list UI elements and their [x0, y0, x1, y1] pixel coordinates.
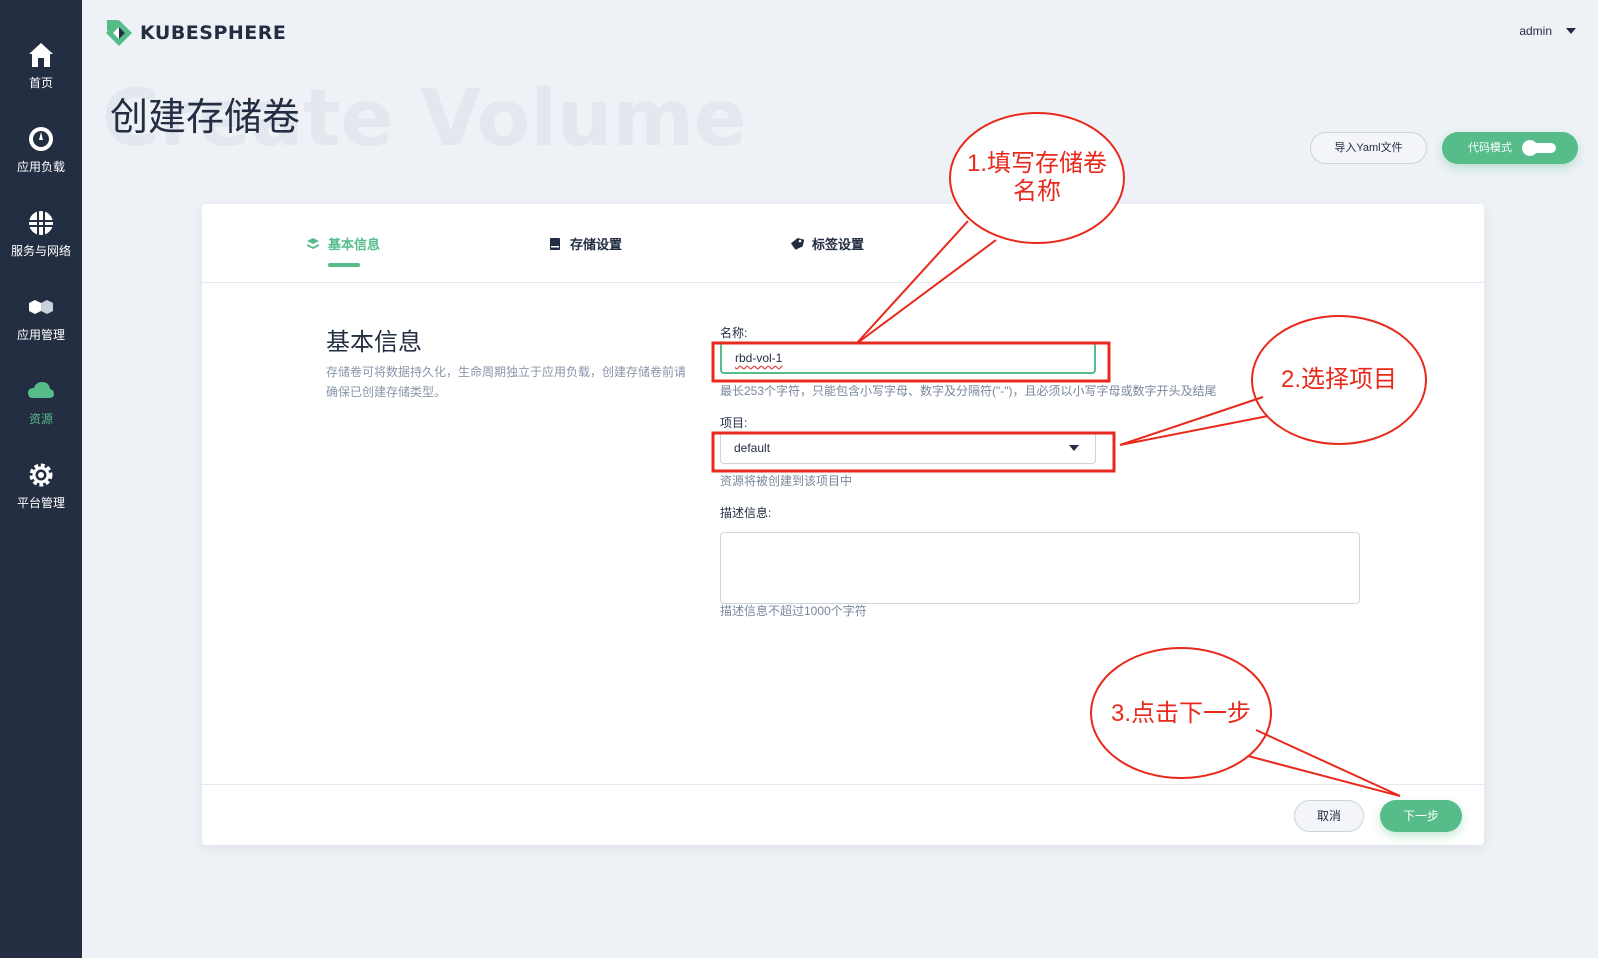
nav-label: 平台管理	[16, 496, 65, 510]
nav-item-workloads[interactable]: 应用负载	[0, 124, 82, 175]
chevron-down-icon	[1069, 445, 1079, 451]
layers-icon	[307, 237, 319, 249]
nav-item-app-manage[interactable]: 应用管理	[0, 292, 82, 343]
name-input[interactable]: rbd-vol-1	[720, 342, 1096, 374]
footer-divider	[202, 784, 1484, 785]
tag-icon	[790, 237, 804, 250]
annotation-text-2: 2.选择项目	[1280, 366, 1397, 393]
nav-label: 服务与网络	[10, 244, 71, 258]
name-help: 最长253个字符，只能包含小写字母、数字及分隔符("-")，且必须以小写字母或数…	[720, 384, 1217, 398]
section-description: 存储卷可将数据持久化，生命周期独立于应用负载，创建存储卷前请确保已创建存储类型。	[326, 365, 687, 399]
nav-label: 应用管理	[16, 328, 65, 342]
nav-item-resources[interactable]: 资源	[0, 376, 82, 427]
user-menu[interactable]: admin	[1519, 24, 1576, 38]
page-title: 创建存储卷	[110, 97, 301, 139]
tab-storage-settings[interactable]: 存储设置	[548, 234, 622, 253]
nav-label: 首页	[28, 76, 53, 90]
create-volume-card: 基本信息 存储设置 标签设置 基本信息 存储卷可将数据持久化，生命周期独立于应用…	[202, 204, 1484, 845]
annotation-text-3: 3.点击下一步	[1110, 700, 1251, 727]
active-tab-indicator	[328, 263, 360, 267]
gear-icon	[29, 463, 53, 487]
tab-divider	[202, 282, 1484, 283]
project-select-value: default	[734, 441, 771, 455]
network-icon	[29, 211, 53, 235]
tab-label: 存储设置	[570, 237, 623, 252]
section-title: 基本信息	[326, 329, 422, 356]
brand-name: KUBESPHERE	[140, 22, 287, 44]
code-mode-toggle[interactable]: 代码模式	[1442, 132, 1578, 164]
nav-label: 资源	[28, 412, 53, 426]
name-label: 名称:	[720, 326, 748, 340]
tab-label: 基本信息	[328, 237, 381, 252]
tab-label-settings[interactable]: 标签设置	[790, 234, 864, 253]
project-label: 项目:	[720, 416, 748, 430]
tab-basic-info[interactable]: 基本信息	[306, 234, 380, 253]
project-help: 资源将被创建到该项目中	[720, 474, 853, 488]
caret-down-icon	[1566, 28, 1576, 34]
home-icon	[29, 43, 53, 67]
dashboard-icon	[29, 127, 53, 151]
description-help: 描述信息不超过1000个字符	[720, 604, 867, 618]
user-name: admin	[1519, 24, 1552, 38]
cancel-button[interactable]: 取消	[1294, 800, 1364, 832]
toggle-switch[interactable]	[1522, 140, 1556, 156]
logo[interactable]: KUBESPHERE	[104, 18, 286, 48]
description-label: 描述信息:	[720, 506, 772, 520]
nav-item-network[interactable]: 服务与网络	[0, 208, 82, 259]
cloud-icon	[28, 382, 54, 398]
code-mode-label: 代码模式	[1468, 142, 1512, 154]
annotation-text-1: 1.填写存储卷 名称	[966, 150, 1107, 205]
name-input-value: rbd-vol-1	[735, 351, 783, 365]
tab-label: 标签设置	[812, 237, 865, 252]
project-select[interactable]: default	[720, 432, 1096, 464]
description-textarea[interactable]	[720, 532, 1360, 604]
nav-item-platform[interactable]: 平台管理	[0, 460, 82, 511]
hexagons-icon	[29, 300, 53, 314]
sidebar: 首页 应用负载 服务与网络 应用管理 资源 平台管理	[0, 0, 82, 958]
nav-item-home[interactable]: 首页	[0, 40, 82, 91]
next-button[interactable]: 下一步	[1380, 800, 1462, 832]
kubesphere-logo-icon	[106, 20, 132, 46]
import-yaml-button[interactable]: 导入Yaml文件	[1310, 132, 1427, 164]
nav-label: 应用负载	[16, 160, 65, 174]
storage-icon	[550, 237, 560, 250]
